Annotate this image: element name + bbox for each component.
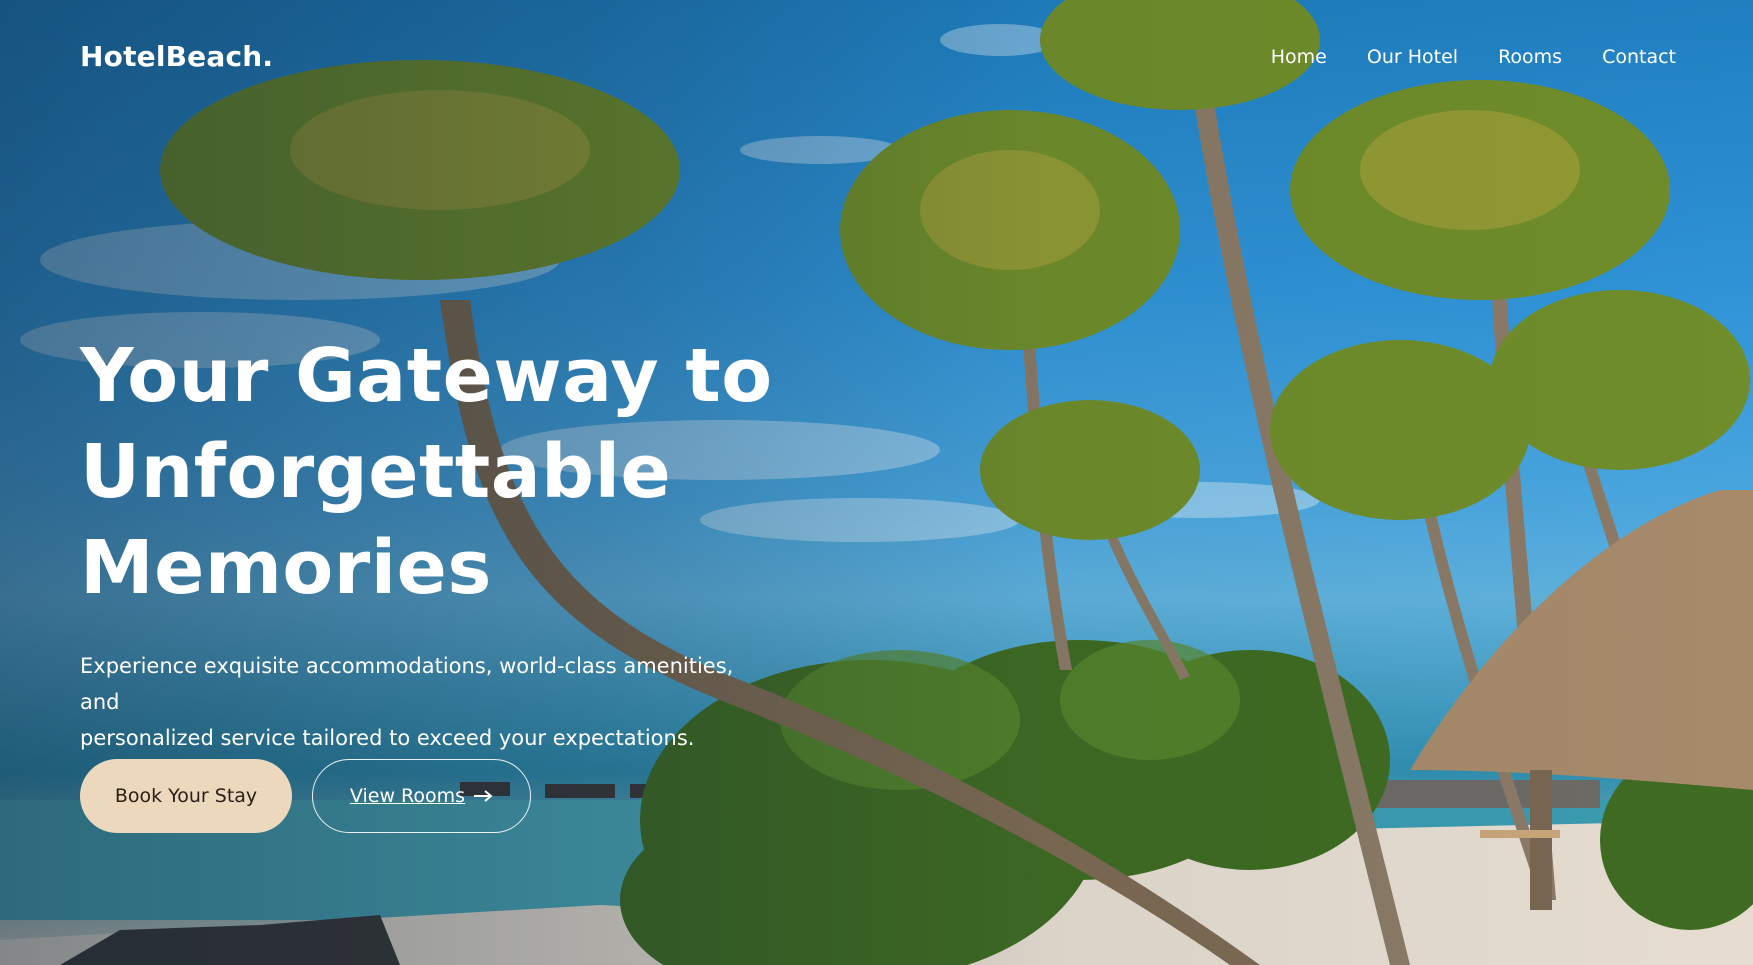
nav-item-our-hotel[interactable]: Our Hotel xyxy=(1367,46,1458,68)
nav-item-home[interactable]: Home xyxy=(1271,46,1327,68)
hero-title-line: Your Gateway to xyxy=(80,333,773,419)
hero-title: Your Gateway to Unforgettable Memories xyxy=(80,328,800,616)
hero-subtitle-line: personalized service tailored to exceed … xyxy=(80,726,695,750)
book-your-stay-button[interactable]: Book Your Stay xyxy=(80,759,292,833)
hero-section: HotelBeach. Home Our Hotel Rooms Contact… xyxy=(0,0,1753,965)
nav-item-contact[interactable]: Contact xyxy=(1602,46,1676,68)
hero-title-line: Memories xyxy=(80,525,492,611)
site-logo[interactable]: HotelBeach. xyxy=(80,40,273,73)
view-rooms-label: View Rooms xyxy=(349,785,466,807)
hero-subtitle: Experience exquisite accommodations, wor… xyxy=(80,648,760,756)
main-nav: Home Our Hotel Rooms Contact xyxy=(1271,46,1676,68)
hero-title-line: Unforgettable xyxy=(80,429,672,515)
hero-subtitle-line: Experience exquisite accommodations, wor… xyxy=(80,654,734,714)
arrow-right-icon xyxy=(473,789,493,803)
nav-item-rooms[interactable]: Rooms xyxy=(1498,46,1562,68)
view-rooms-button[interactable]: View Rooms xyxy=(312,759,531,833)
